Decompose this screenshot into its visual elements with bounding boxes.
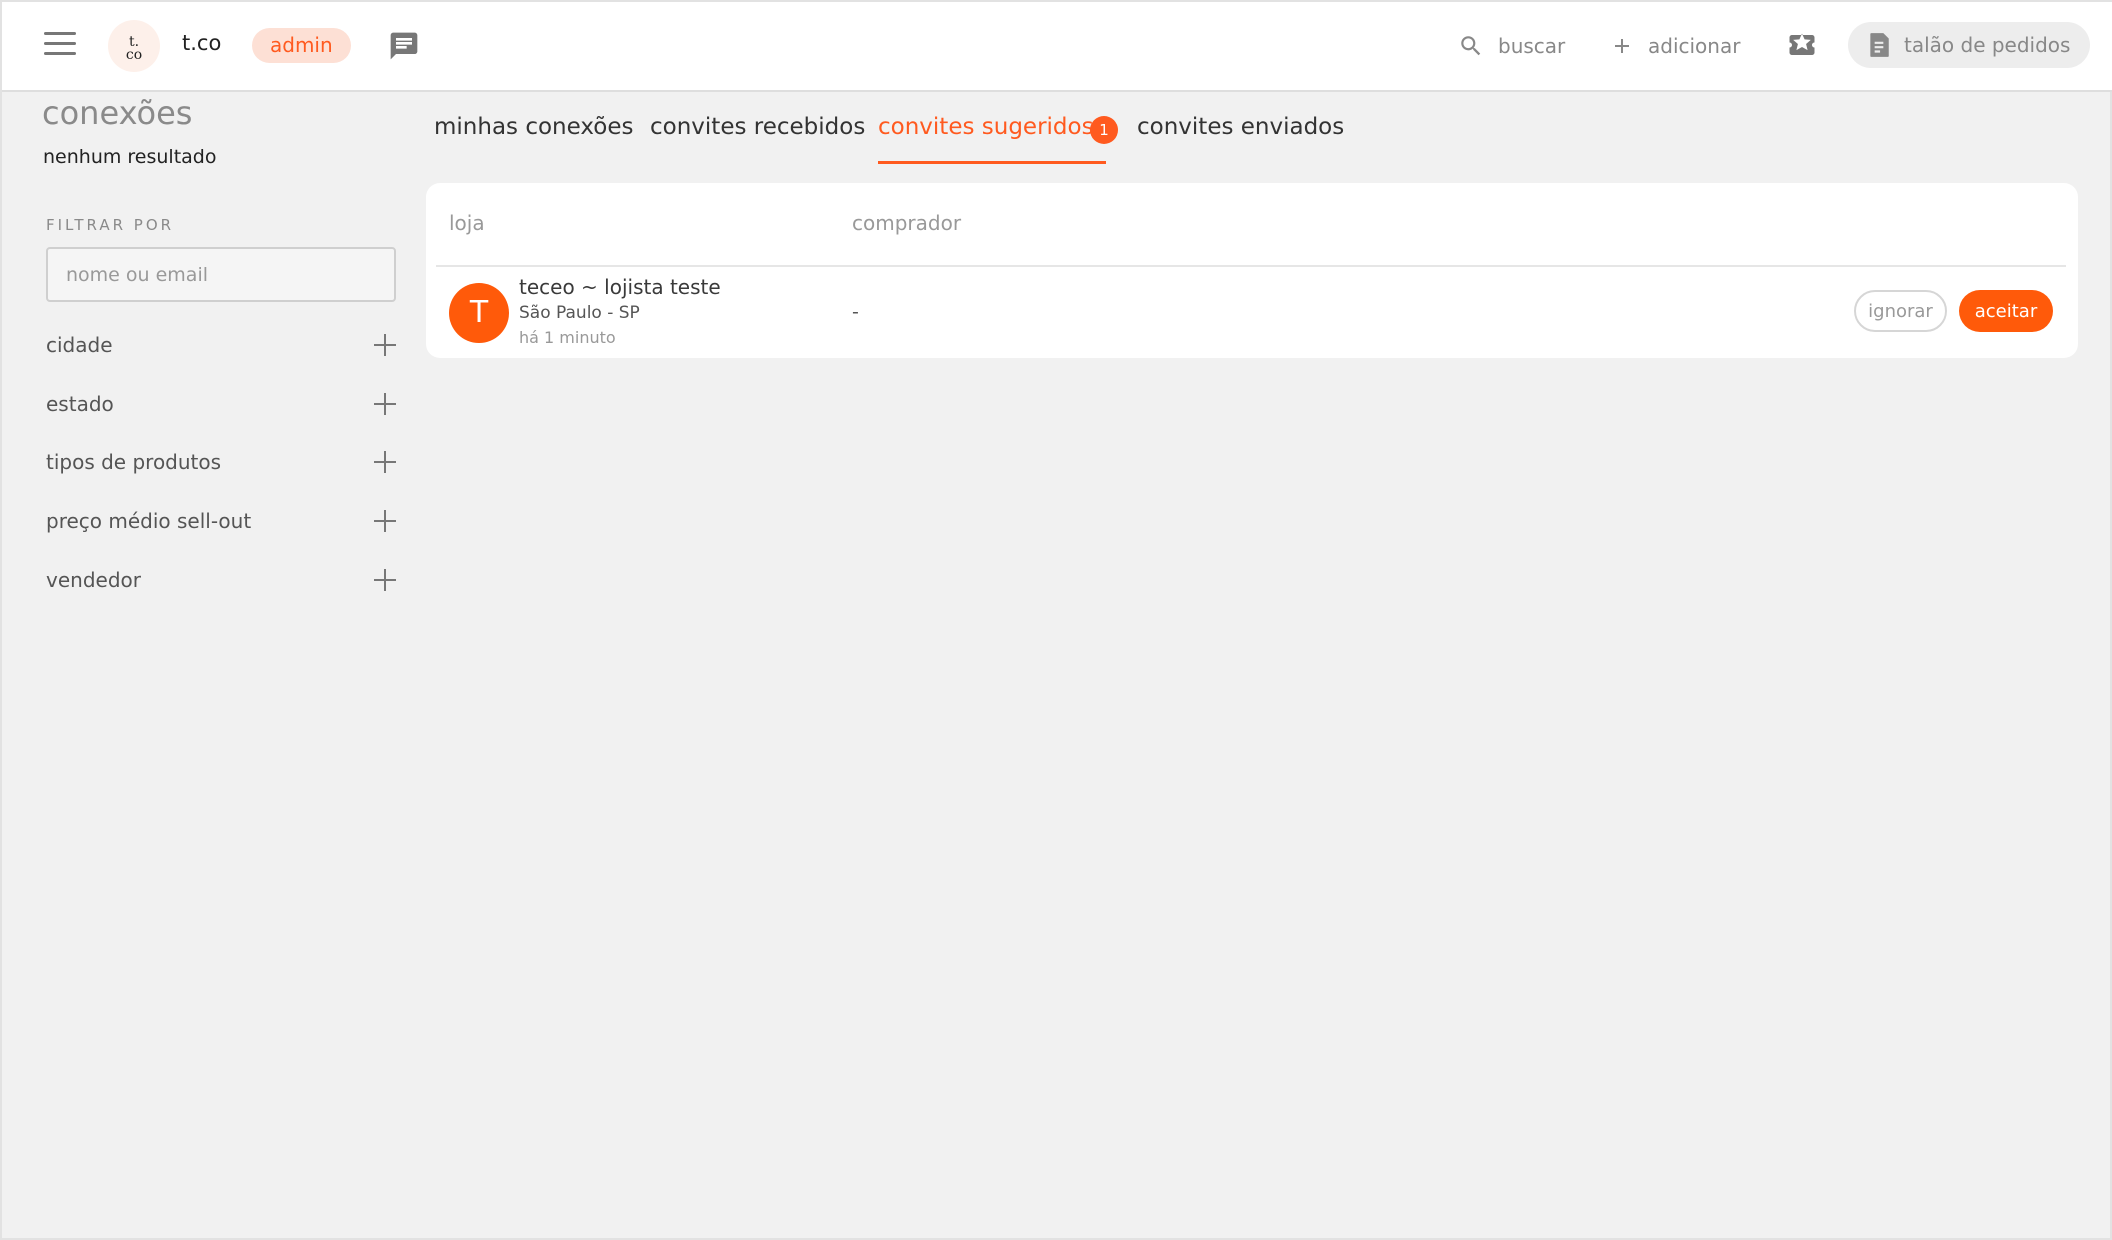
plus-icon[interactable] <box>374 451 396 473</box>
filter-heading: FILTRAR POR <box>46 216 175 234</box>
menu-icon[interactable] <box>44 32 76 58</box>
page-title: conexões <box>42 94 193 132</box>
plus-icon[interactable] <box>374 510 396 532</box>
tab-convites-sugeridos[interactable]: convites sugeridos <box>878 114 1094 140</box>
filter-label: cidade <box>46 333 113 357</box>
accept-button[interactable]: aceitar <box>1959 290 2053 332</box>
plus-icon[interactable] <box>374 393 396 415</box>
orders-label: talão de pedidos <box>1904 33 2071 57</box>
role-badge: admin <box>252 28 351 63</box>
avatar[interactable]: T <box>449 283 509 343</box>
filter-vendedor[interactable]: vendedor <box>46 563 396 597</box>
table-divider <box>436 265 2066 267</box>
ignore-button[interactable]: ignorar <box>1854 290 1947 332</box>
name-email-search-input[interactable] <box>46 247 396 302</box>
filter-estado[interactable]: estado <box>46 387 396 421</box>
tab-convites-recebidos[interactable]: convites recebidos <box>650 114 865 140</box>
chat-icon[interactable] <box>388 30 420 62</box>
app-frame: t. co t.co admin buscar adicionar talão … <box>0 0 2112 1240</box>
search-button[interactable]: buscar <box>1458 30 1565 62</box>
filter-label: preço médio sell-out <box>46 509 252 533</box>
column-header-comprador: comprador <box>852 211 962 235</box>
store-location: São Paulo - SP <box>519 303 640 323</box>
filter-preco-medio-sell-out[interactable]: preço médio sell-out <box>46 504 396 538</box>
filter-label: estado <box>46 392 114 416</box>
search-label: buscar <box>1498 34 1566 58</box>
active-tab-indicator <box>878 161 1106 164</box>
filter-label: tipos de produtos <box>46 450 222 474</box>
add-button[interactable]: adicionar <box>1610 30 1740 62</box>
brand-logo[interactable]: t. co <box>108 20 160 72</box>
plus-icon <box>1615 39 1629 53</box>
tab-convites-enviados[interactable]: convites enviados <box>1137 114 1344 140</box>
search-icon <box>1461 36 1481 56</box>
result-count: nenhum resultado <box>43 146 217 168</box>
top-bar: t. co t.co admin buscar adicionar talão … <box>2 2 2112 92</box>
invites-table: loja comprador T teceo ~ lojista teste S… <box>426 183 2078 358</box>
plus-icon[interactable] <box>374 334 396 356</box>
orders-button[interactable]: talão de pedidos <box>1848 22 2090 68</box>
brand-name[interactable]: t.co <box>182 31 221 55</box>
store-name[interactable]: teceo ~ lojista teste <box>519 275 721 299</box>
filter-cidade[interactable]: cidade <box>46 328 396 362</box>
filter-label: vendedor <box>46 568 141 592</box>
tab-minhas-conexoes[interactable]: minhas conexões <box>434 114 634 140</box>
invite-timestamp: há 1 minuto <box>519 328 616 347</box>
tab-count-badge: 1 <box>1090 116 1118 144</box>
receipt-icon <box>1870 33 1889 57</box>
column-header-loja: loja <box>449 211 485 235</box>
add-label: adicionar <box>1648 34 1741 58</box>
filter-tipos-de-produtos[interactable]: tipos de produtos <box>46 445 396 479</box>
buyer-value: - <box>852 301 859 323</box>
star-ticket-icon[interactable] <box>1786 30 1818 60</box>
plus-icon[interactable] <box>374 569 396 591</box>
